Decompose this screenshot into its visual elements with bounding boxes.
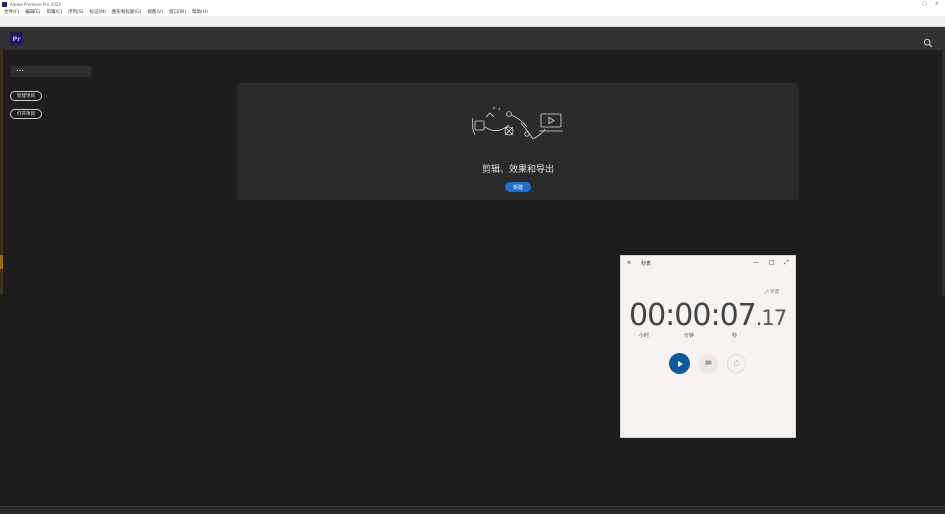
desktop-edge-accent (0, 255, 3, 269)
open-project-button[interactable]: 打开项目 (10, 109, 42, 119)
play-icon (677, 360, 683, 367)
lap-button[interactable] (699, 354, 718, 373)
elapsed-time-ms: .17 (755, 306, 787, 330)
toolbar-strip (0, 16, 945, 27)
unit-hours: 小时 (639, 333, 650, 339)
menu-item-sequence[interactable]: 序列(S) (68, 9, 83, 15)
elapsed-time: 00:00:07.17 (629, 298, 787, 333)
stopwatch-titlebar: ≡ 秒表 — □ ⤢ (621, 256, 797, 270)
maximize-button[interactable]: □ (769, 259, 775, 266)
menu-item-help[interactable]: 帮助(H) (192, 9, 208, 15)
search-icon[interactable] (923, 33, 933, 48)
play-button[interactable] (669, 353, 690, 374)
reset-button[interactable] (727, 354, 746, 373)
window-title: Adobe Premiere Pro 2023 (10, 1, 61, 7)
welcome-caption: 剪辑、效果和导出 (481, 165, 554, 175)
menu-bar: 文件(F) 编辑(E) 剪辑(C) 序列(S) 标记(M) 图形和标题(G) 视… (0, 8, 945, 16)
screen: Adobe Premiere Pro 2023 □ × 文件(F) 编辑(E) … (0, 0, 945, 514)
reset-icon (733, 360, 740, 367)
app-header (0, 27, 945, 50)
premiere-logo[interactable]: Pr (10, 32, 23, 45)
menu-item-file[interactable]: 文件(F) (4, 9, 19, 15)
close-button[interactable]: × (935, 1, 939, 7)
stopwatch-title: 秒表 (641, 260, 652, 267)
flag-icon (705, 360, 712, 367)
unit-minutes: 分钟 (684, 333, 695, 339)
stopwatch-window: ≡ 秒表 — □ ⤢ ⤢ 计次 00:00:07.17 小时 分钟 秒 (620, 255, 796, 438)
menu-item-window[interactable]: 窗口(W) (169, 9, 186, 15)
edit-export-illustration (471, 106, 563, 140)
new-project-button[interactable]: 新建项目 (10, 91, 42, 101)
expand-icon[interactable]: ⤢ (784, 259, 789, 267)
elapsed-time-main: 00:00:07 (629, 298, 757, 333)
lap-indicator[interactable]: ⤢ 计次 (765, 289, 779, 295)
menu-item-view[interactable]: 视图(V) (147, 9, 163, 15)
menu-item-clip[interactable]: 剪辑(C) (46, 9, 62, 15)
menu-item-markers[interactable]: 标记(M) (90, 9, 106, 15)
hamburger-menu-icon[interactable]: ≡ (627, 260, 631, 266)
menu-item-graphics[interactable]: 图形和标题(G) (112, 9, 142, 15)
new-button[interactable]: 新建 (505, 182, 531, 192)
unit-seconds: 秒 (732, 333, 738, 339)
premiere-app-icon (2, 1, 7, 7)
window-controls: □ × (922, 1, 939, 7)
menu-item-edit[interactable]: 编辑(E) (25, 9, 40, 15)
account-field[interactable]: ••• (10, 66, 91, 77)
maximize-button[interactable]: □ (922, 1, 927, 7)
taskbar-strip (0, 506, 945, 514)
minimize-button[interactable]: — (753, 259, 759, 266)
welcome-card: 剪辑、效果和导出 新建 (237, 83, 799, 200)
window-titlebar: Adobe Premiere Pro 2023 □ × (0, 0, 945, 8)
